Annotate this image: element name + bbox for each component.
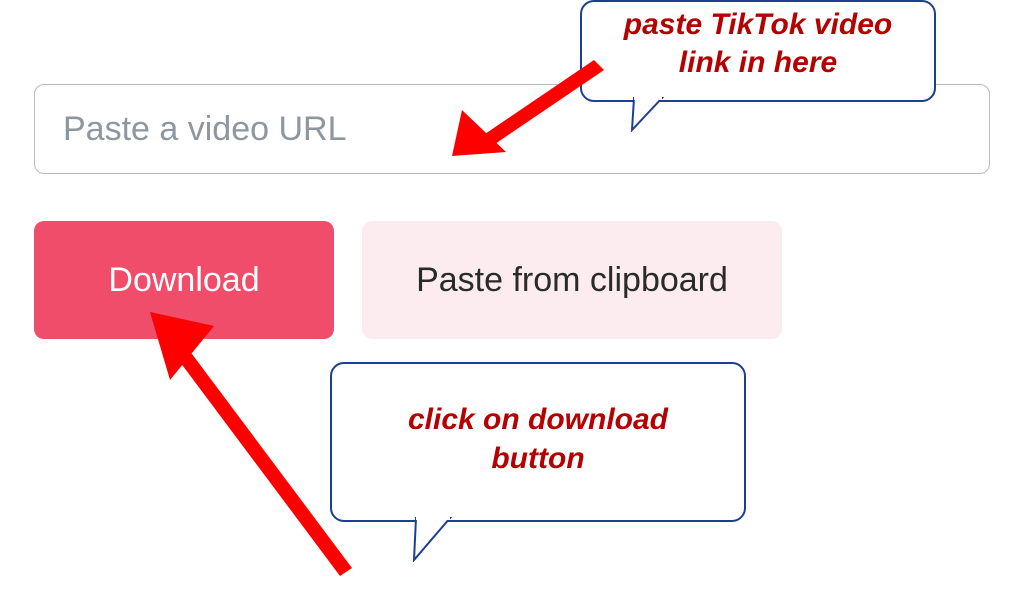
annotation-top-line1: paste TikTok video xyxy=(624,8,892,41)
download-button[interactable]: Download xyxy=(34,221,334,339)
annotation-callout-bottom-tail xyxy=(406,516,456,562)
annotation-bottom-line1: click on download xyxy=(408,403,668,436)
annotation-callout-top-tail xyxy=(626,96,670,132)
annotation-bottom-line2: button xyxy=(491,442,584,475)
annotation-top-text: paste TikTok video link in here xyxy=(580,6,936,81)
annotation-top-line2: link in here xyxy=(679,46,837,79)
annotation-bottom-text: click on download button xyxy=(330,400,746,478)
arrow-icon-bottom xyxy=(130,298,360,598)
paste-from-clipboard-button[interactable]: Paste from clipboard xyxy=(362,221,782,339)
